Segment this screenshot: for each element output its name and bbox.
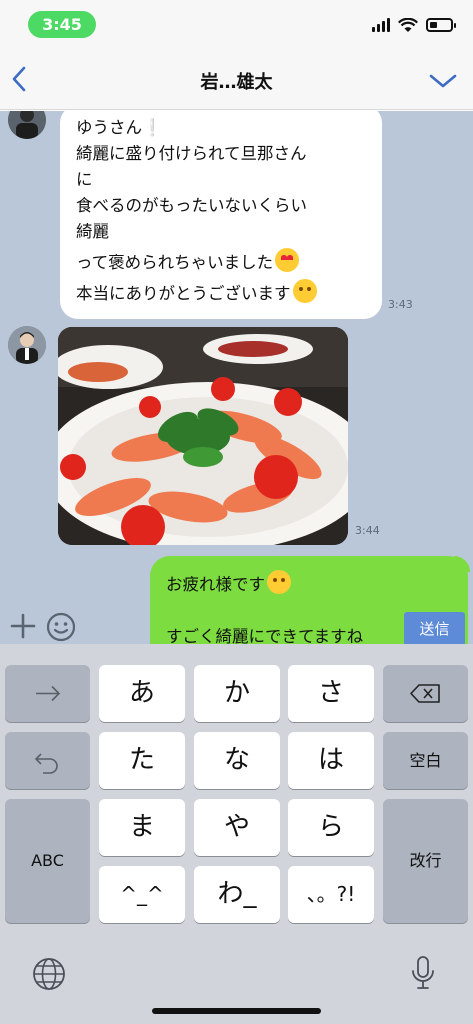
return-key[interactable]: 改行 xyxy=(383,799,468,923)
space-key[interactable]: 空白 xyxy=(383,732,468,789)
smiling-face-emoji-icon xyxy=(267,570,291,594)
arrow-right-icon xyxy=(35,685,60,702)
message-line: 食べるのがもったいないくらい xyxy=(76,196,307,215)
undo-key[interactable] xyxy=(5,732,90,789)
backspace-icon xyxy=(409,684,440,703)
kana-key-ka[interactable]: か xyxy=(194,665,280,722)
smiling-face-emoji-icon xyxy=(292,279,317,303)
send-button[interactable]: 送信 xyxy=(404,612,465,646)
draft-text: お疲れ様です xyxy=(166,575,265,594)
home-indicator[interactable] xyxy=(152,1008,321,1014)
kana-key-ra[interactable]: ら xyxy=(288,799,374,856)
kana-key-ha[interactable]: は xyxy=(288,732,374,789)
kana-key-sa[interactable]: さ xyxy=(288,665,374,722)
draft-line: お疲れ様です xyxy=(166,570,452,598)
kana-key-ta[interactable]: た xyxy=(99,732,185,789)
incoming-message-bubble[interactable]: ゆうさん❕ 綺麗に盛り付けられて旦那さん に 食べるのがもったいないくらい 綺麗… xyxy=(60,111,382,319)
kana-key-wa[interactable]: わ_ xyxy=(194,866,280,923)
wifi-icon xyxy=(398,17,418,32)
cellular-signal-icon xyxy=(372,18,390,32)
message-line: に xyxy=(76,170,93,189)
message-line: って褒められちゃいました xyxy=(76,253,274,272)
status-time: 3:45 xyxy=(28,11,96,38)
kana-key-a[interactable]: あ xyxy=(99,665,185,722)
microphone-icon[interactable] xyxy=(410,954,436,992)
chat-title[interactable]: 岩…雄太 xyxy=(0,68,473,94)
food-photo-message[interactable] xyxy=(58,327,348,545)
message-line: 綺麗に盛り付けられて旦那さん xyxy=(76,144,307,163)
sender-avatar[interactable] xyxy=(8,326,46,364)
undo-icon xyxy=(34,753,58,774)
status-bar: 3:45 xyxy=(0,0,473,48)
abc-key[interactable]: ABC xyxy=(5,799,90,923)
punctuation-key[interactable]: 、。?! xyxy=(288,866,374,923)
japanese-keyboard: ABC あ か さ た な は ま や ら ^_^ わ_ 、。?! 空白 改行 xyxy=(0,644,473,1024)
status-icons xyxy=(372,16,456,34)
message-line: 綺麗 xyxy=(76,222,109,241)
kana-key-na[interactable]: な xyxy=(194,732,280,789)
sender-avatar[interactable] xyxy=(8,111,46,139)
kana-key-ya[interactable]: や xyxy=(194,799,280,856)
battery-icon xyxy=(426,18,456,32)
chevron-down-icon[interactable] xyxy=(425,66,461,94)
emoji-smile-icon[interactable] xyxy=(46,612,76,642)
heart-eyes-emoji-icon xyxy=(275,248,300,272)
message-timestamp: 3:43 xyxy=(388,298,413,311)
globe-icon[interactable] xyxy=(32,957,66,991)
plus-icon[interactable] xyxy=(10,613,36,639)
kana-key-ma[interactable]: ま xyxy=(99,799,185,856)
message-line-with-emoji: って褒められちゃいました xyxy=(76,248,366,276)
next-candidate-key[interactable] xyxy=(5,665,90,722)
message-line: ゆうさん❕ xyxy=(76,118,163,137)
message-line-with-emoji: 本当にありがとうございます xyxy=(76,279,366,307)
message-line: 本当にありがとうございます xyxy=(76,284,291,303)
message-timestamp: 3:44 xyxy=(355,524,380,537)
delete-key[interactable] xyxy=(383,665,468,722)
kaomoji-key[interactable]: ^_^ xyxy=(99,866,185,923)
chat-header: 岩…雄太 xyxy=(0,48,473,110)
chat-area[interactable]: ゆうさん❕ 綺麗に盛り付けられて旦那さん に 食べるのがもったいないくらい 綺麗… xyxy=(0,111,473,644)
